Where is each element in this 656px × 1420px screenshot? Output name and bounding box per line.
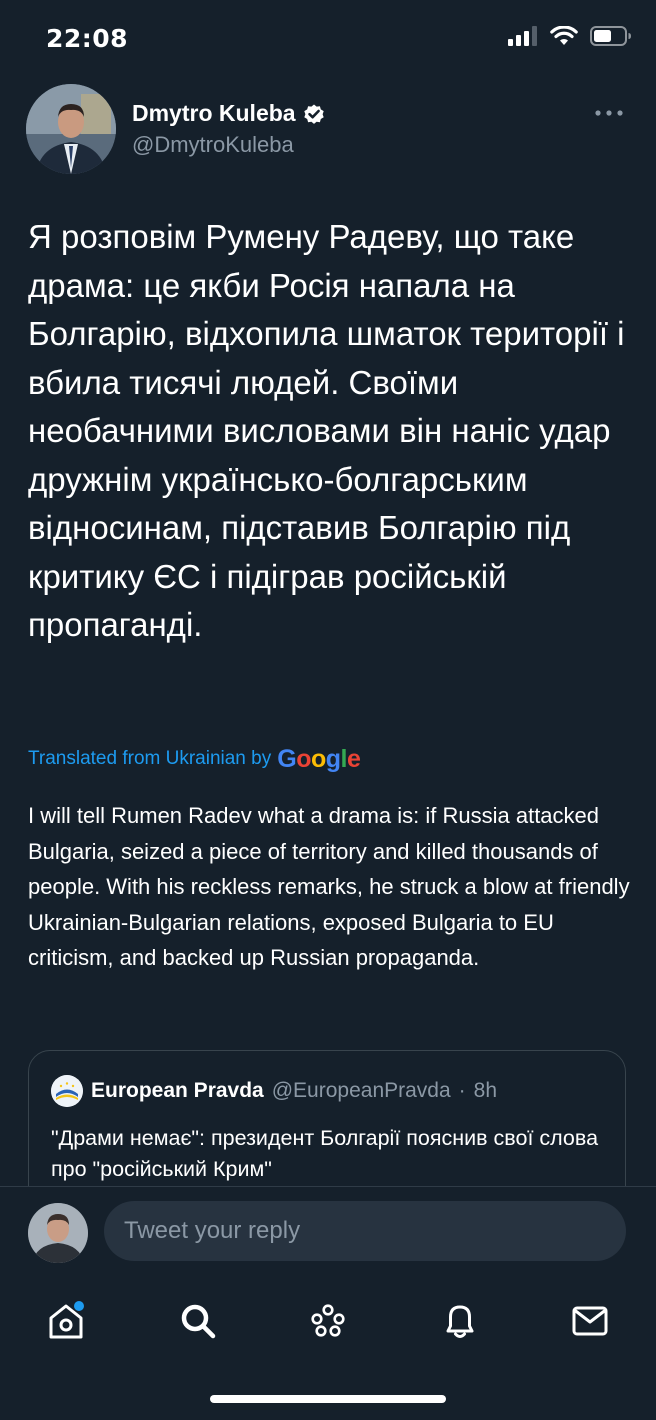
quoted-tweet-header: European Pravda @EuropeanPravda · 8h [51, 1075, 497, 1107]
tab-notifications[interactable] [438, 1299, 482, 1343]
current-user-avatar[interactable] [28, 1203, 88, 1263]
spaces-icon [311, 1304, 345, 1337]
quoted-separator: · [458, 1079, 466, 1102]
author-name-text: Dmytro Kuleba [132, 100, 296, 126]
tab-spaces[interactable] [306, 1299, 350, 1343]
status-icons [508, 26, 632, 46]
tweet-text: Я розповім Румену Радеву, що таке драма:… [28, 218, 625, 643]
author-name[interactable]: Dmytro Kuleba [132, 100, 326, 127]
bottom-bar [0, 1186, 656, 1420]
wifi-icon [550, 26, 578, 45]
quoted-author-avatar [51, 1075, 83, 1107]
status-bar: 22:08 [0, 0, 656, 80]
current-user-photo [28, 1203, 88, 1263]
tab-bar [0, 1289, 656, 1353]
tweet-header: Dmytro Kuleba @DmytroKuleba [26, 84, 630, 174]
home-icon [49, 1301, 84, 1339]
notifications-bell-icon [446, 1305, 474, 1338]
google-logo: Google [277, 744, 361, 773]
tab-home[interactable] [44, 1299, 88, 1343]
battery-icon [590, 26, 631, 46]
translated-from-label: Translated from Ukrainian by [28, 748, 272, 769]
messages-envelope-icon [572, 1306, 608, 1336]
author-handle[interactable]: @DmytroKuleba [132, 132, 294, 158]
tweet-translation: I will tell Rumen Radev what a drama is:… [28, 803, 630, 970]
quoted-author-name: European Pravda [91, 1079, 264, 1102]
more-options-icon[interactable] [594, 108, 624, 118]
home-notification-dot [74, 1301, 84, 1311]
tab-search[interactable] [176, 1299, 220, 1343]
author-photo [26, 84, 116, 174]
quoted-tweet-text: "Драми немає": президент Болгарії поясни… [51, 1126, 599, 1181]
status-time: 22:08 [46, 24, 129, 53]
quoted-author-handle: @EuropeanPravda [271, 1079, 451, 1102]
cellular-signal-icon [508, 26, 537, 46]
translated-attribution[interactable]: Translated from Ukrainian by Google [28, 742, 361, 776]
european-pravda-logo [51, 1075, 83, 1107]
quoted-time: 8h [473, 1079, 498, 1102]
author-avatar[interactable] [26, 84, 116, 174]
search-icon [181, 1304, 216, 1339]
tab-messages[interactable] [568, 1299, 612, 1343]
verified-badge-icon [303, 104, 324, 124]
home-indicator[interactable] [210, 1395, 446, 1403]
reply-input[interactable] [104, 1201, 626, 1261]
